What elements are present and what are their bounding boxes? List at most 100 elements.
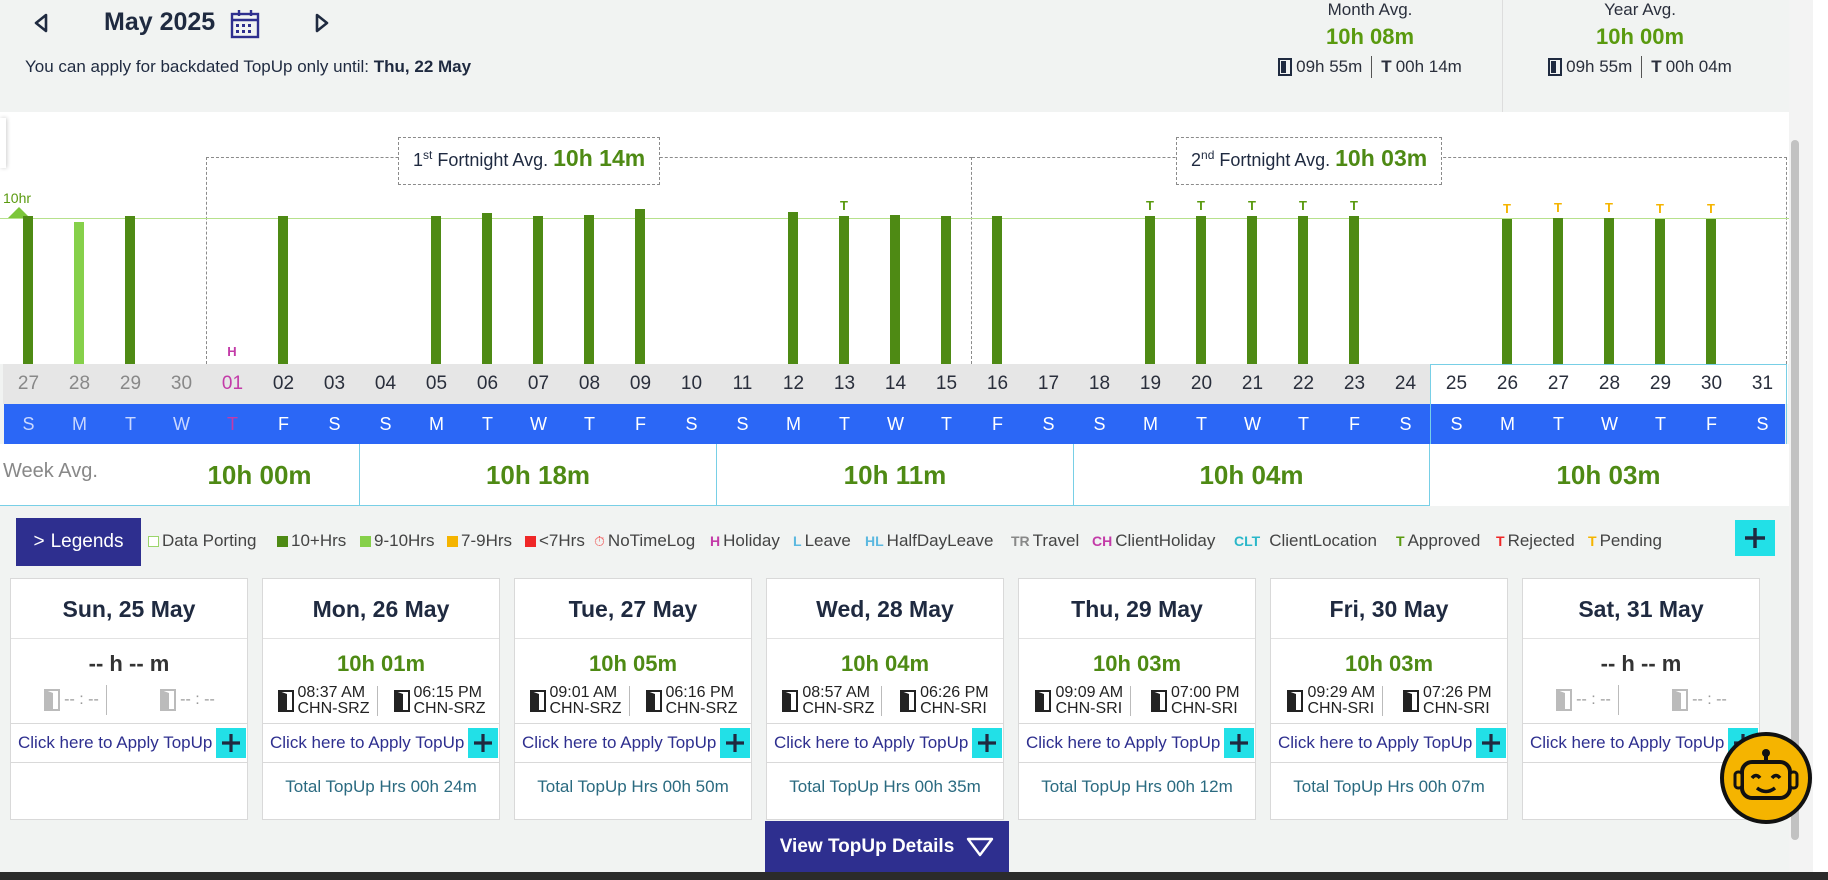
date-cell[interactable]: 09	[615, 364, 666, 404]
apply-topup-plus-button[interactable]	[1224, 728, 1254, 758]
date-cell[interactable]: 13	[819, 364, 870, 404]
chart-bar[interactable]	[431, 216, 441, 364]
date-cell[interactable]: 24	[1380, 364, 1431, 404]
chart-bar[interactable]	[1298, 216, 1308, 364]
side-tab[interactable]	[0, 118, 6, 168]
date-cell[interactable]: 17	[1023, 364, 1074, 404]
next-month-button[interactable]	[311, 12, 333, 34]
apply-topup-link[interactable]: Click here to Apply TopUp	[767, 723, 1003, 763]
week-avg-5[interactable]: 10h 03m	[1430, 444, 1787, 506]
date-cell[interactable]: 03	[309, 364, 360, 404]
date-cell[interactable]: 06	[462, 364, 513, 404]
chatbot-button[interactable]	[1720, 732, 1812, 824]
apply-topup-plus-button[interactable]	[1476, 728, 1506, 758]
chart-bar[interactable]	[1349, 216, 1359, 364]
check-in: 09:01 AM CHN-SRZ	[529, 685, 630, 717]
apply-topup-plus-button[interactable]	[468, 728, 498, 758]
date-cell[interactable]: 29	[105, 364, 156, 404]
month-average: Month Avg. 10h 08m 09h 55m T 00h 14m	[1235, 0, 1505, 78]
chart-bar[interactable]	[839, 216, 849, 364]
apply-topup-plus-button[interactable]	[720, 728, 750, 758]
calendar-button[interactable]	[229, 9, 261, 39]
apply-topup-link[interactable]: Click here to Apply TopUp	[1019, 723, 1255, 763]
check-out-time: 06:26 PM	[920, 684, 989, 701]
chart-bar-mark: T	[1554, 199, 1562, 215]
apply-topup-label: Click here to Apply TopUp	[522, 733, 717, 752]
chart-bar[interactable]	[74, 221, 84, 364]
chart-bar[interactable]	[941, 216, 951, 364]
apply-topup-label: Click here to Apply TopUp	[1278, 733, 1473, 752]
chart-bar[interactable]	[584, 214, 594, 364]
apply-topup-plus-button[interactable]	[216, 728, 246, 758]
prev-month-button[interactable]	[30, 12, 52, 34]
legends-button[interactable]: > Legends	[16, 518, 141, 566]
day-card[interactable]: Sun, 25 May -- h -- m -- : -- -- : -- Click …	[10, 578, 248, 820]
day-card[interactable]: Fri, 30 May 10h 03m 09:29 AM CHN-SRI 07:26 P…	[1270, 578, 1508, 820]
date-cell[interactable]: 10	[666, 364, 717, 404]
separator	[1371, 56, 1373, 78]
date-cell[interactable]: 11	[717, 364, 768, 404]
day-card[interactable]: Thu, 29 May 10h 03m 09:09 AM CHN-SRI 07:00 P…	[1018, 578, 1256, 820]
apply-topup-link[interactable]: Click here to Apply TopUp	[263, 723, 499, 763]
day-card[interactable]: Wed, 28 May 10h 04m 08:57 AM CHN-SRZ 06:26 P…	[766, 578, 1004, 820]
chart-bar[interactable]	[1196, 216, 1206, 364]
year-avg-title: Year Avg.	[1604, 0, 1676, 19]
chart-bar[interactable]	[992, 216, 1002, 364]
date-cell[interactable]: 27	[3, 364, 54, 404]
date-cell[interactable]: 28	[54, 364, 105, 404]
chart-bar[interactable]	[23, 216, 33, 364]
chart-bar[interactable]	[1145, 216, 1155, 364]
chart-bar[interactable]	[1502, 219, 1512, 364]
date-cell[interactable]: 22	[1278, 364, 1329, 404]
swatch-icon	[360, 535, 371, 547]
add-button[interactable]	[1735, 520, 1775, 556]
year-avg-topup-prefix: T	[1651, 57, 1662, 76]
chart-bar[interactable]	[635, 208, 645, 364]
date-cell[interactable]: 19	[1125, 364, 1176, 404]
apply-topup-plus-button[interactable]	[972, 728, 1002, 758]
door-in-icon	[782, 690, 799, 712]
date-cell[interactable]: 18	[1074, 364, 1125, 404]
apply-topup-link[interactable]: Click here to Apply TopUp	[11, 723, 247, 763]
date-cell[interactable]: 20	[1176, 364, 1227, 404]
chart-bar[interactable]	[278, 216, 288, 364]
day-card[interactable]: Tue, 27 May 10h 05m 09:01 AM CHN-SRZ 06:16 P…	[514, 578, 752, 820]
day-card[interactable]: Mon, 26 May 10h 01m 08:37 AM CHN-SRZ 06:15 P…	[262, 578, 500, 820]
date-cell[interactable]: 08	[564, 364, 615, 404]
chart-bar[interactable]	[1553, 217, 1563, 364]
check-out: 07:26 PM CHN-SRI	[1402, 685, 1492, 717]
year-avg-topup: 00h 04m	[1665, 57, 1732, 76]
date-cell[interactable]: 14	[870, 364, 921, 404]
date-cell[interactable]: 15	[921, 364, 972, 404]
door-out-icon	[1151, 690, 1168, 712]
date-cell[interactable]: 01	[207, 364, 258, 404]
date-cell[interactable]: 23	[1329, 364, 1380, 404]
chart-bar[interactable]	[1655, 219, 1665, 364]
date-cell[interactable]: 30	[156, 364, 207, 404]
date-cell[interactable]: 04	[360, 364, 411, 404]
date-cell[interactable]: 16	[972, 364, 1023, 404]
date-cell[interactable]: 07	[513, 364, 564, 404]
chart-bar[interactable]	[1247, 216, 1257, 364]
week-avg-1[interactable]: 10h 00m	[0, 444, 360, 506]
legend-prefix: HL	[865, 533, 884, 549]
date-cell[interactable]: 12	[768, 364, 819, 404]
check-in-time: 09:29 AM	[1307, 684, 1376, 701]
apply-topup-link[interactable]: Click here to Apply TopUp	[1271, 723, 1507, 763]
date-cell[interactable]: 21	[1227, 364, 1278, 404]
chart-bar[interactable]	[1706, 219, 1716, 364]
chart-bar[interactable]	[1604, 217, 1614, 364]
chart-bar[interactable]	[788, 211, 798, 364]
chart-bar[interactable]	[533, 216, 543, 364]
week-avg-2[interactable]: 10h 18m	[360, 444, 717, 506]
week-avg-4[interactable]: 10h 04m	[1074, 444, 1430, 506]
date-cell[interactable]: 02	[258, 364, 309, 404]
apply-topup-link[interactable]: Click here to Apply TopUp	[515, 723, 751, 763]
view-topup-details-button[interactable]: View TopUp Details	[765, 821, 1009, 872]
chart-bar[interactable]	[482, 213, 492, 364]
week-avg-3[interactable]: 10h 11m	[717, 444, 1074, 506]
scrollbar-thumb[interactable]	[1791, 140, 1799, 840]
chart-bar[interactable]	[890, 214, 900, 364]
date-cell[interactable]: 05	[411, 364, 462, 404]
chart-bar[interactable]	[125, 216, 135, 364]
